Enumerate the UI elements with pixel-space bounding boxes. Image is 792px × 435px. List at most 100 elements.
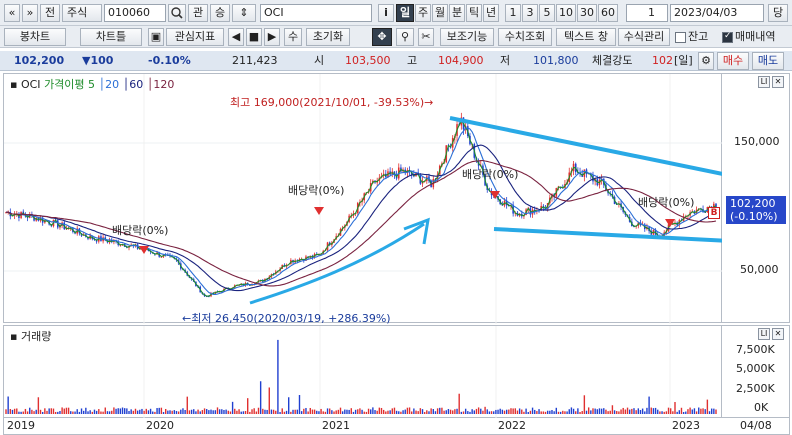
balance-checkbox[interactable] bbox=[675, 32, 686, 43]
hand-drawn-arrow[interactable] bbox=[249, 222, 425, 305]
next-button[interactable]: » bbox=[22, 4, 38, 22]
trade-history-checkbox[interactable] bbox=[722, 31, 733, 43]
watchlist-button[interactable]: 관 bbox=[188, 4, 208, 22]
volume-bar bbox=[31, 409, 33, 414]
volume-bar bbox=[208, 410, 210, 414]
period-week-tab[interactable]: 주 bbox=[415, 4, 431, 22]
sell-button[interactable]: 매도 bbox=[752, 52, 784, 70]
volume-bar bbox=[281, 408, 283, 414]
volume-bar bbox=[408, 407, 411, 414]
period-minute-tab[interactable]: 분 bbox=[449, 4, 465, 22]
volume-bar bbox=[180, 409, 182, 414]
price-chart[interactable] bbox=[4, 74, 723, 324]
volume-bar bbox=[631, 408, 633, 414]
volume-bar bbox=[434, 411, 437, 414]
axis-close-icon[interactable]: ✕ bbox=[772, 76, 784, 88]
value-query-button[interactable]: 수치조회 bbox=[498, 28, 552, 46]
indicator-button[interactable]: 관심지표 bbox=[166, 28, 224, 46]
volume-bar bbox=[577, 408, 579, 414]
volume-bar bbox=[214, 410, 217, 414]
volume-bar bbox=[674, 402, 676, 414]
volume-bar bbox=[659, 411, 661, 414]
volume-bar bbox=[572, 408, 575, 414]
ma5-line bbox=[5, 120, 717, 297]
period-day-tab[interactable]: 일 bbox=[396, 4, 414, 22]
axis-lin-icon[interactable]: LI bbox=[758, 76, 770, 88]
pin-icon[interactable]: ⚲ bbox=[396, 28, 414, 46]
interval-3[interactable]: 3 bbox=[522, 4, 538, 22]
nav-left-icon[interactable]: ◀ bbox=[228, 28, 244, 46]
candle-chart-button[interactable]: 봉차트 bbox=[4, 28, 66, 46]
aux-function-button[interactable]: 보조기능 bbox=[440, 28, 494, 46]
interval-30[interactable]: 30 bbox=[577, 4, 597, 22]
volume-bar bbox=[622, 407, 624, 414]
price-chart-pane[interactable]: ▪ OCI 가격이평 5 │20 │60 │120 최고 169,000(202… bbox=[3, 73, 723, 325]
scissors-icon[interactable]: ✂ bbox=[418, 28, 434, 46]
info-button[interactable]: i bbox=[378, 4, 394, 22]
volume-bar bbox=[199, 411, 201, 414]
volume-bar bbox=[378, 407, 381, 414]
volume-bar bbox=[320, 408, 322, 414]
change-rate: -0.10% bbox=[148, 54, 191, 67]
volume-bar bbox=[458, 393, 460, 414]
asset-type-select[interactable]: 주식 bbox=[62, 4, 102, 22]
hand-drawn-arrowhead[interactable] bbox=[403, 217, 430, 245]
volume-bar bbox=[173, 410, 176, 414]
lower-trendline[interactable] bbox=[493, 227, 723, 243]
volume-bar bbox=[495, 409, 497, 414]
interval-60[interactable]: 60 bbox=[598, 4, 618, 22]
save-icon[interactable]: ▣ bbox=[148, 28, 164, 46]
volume-axis-lin-icon[interactable]: LI bbox=[758, 328, 770, 340]
volume-chart[interactable] bbox=[4, 326, 723, 419]
prev-button[interactable]: « bbox=[4, 4, 20, 22]
search-icon[interactable] bbox=[168, 4, 186, 22]
top-toolbar: « » 전 주식 010060 관 승 ⇕ OCI i 일 주 월 분 틱 년 … bbox=[0, 0, 792, 26]
seung-button[interactable]: 승 bbox=[210, 4, 230, 22]
volume-bar bbox=[452, 410, 454, 414]
chart-frame-button[interactable]: 차트틀 bbox=[80, 28, 142, 46]
spin-updown-icon[interactable]: ⇕ bbox=[232, 4, 256, 22]
text-window-button[interactable]: 텍스트 창 bbox=[556, 28, 616, 46]
volume-bar bbox=[672, 411, 674, 414]
volume-bar bbox=[322, 411, 324, 414]
volume-bar bbox=[292, 409, 294, 414]
settings-gear-icon[interactable]: ⚙ bbox=[698, 52, 714, 70]
volume-chart-pane[interactable]: ▪ 거래량 bbox=[3, 325, 723, 419]
dang-button[interactable]: 당 bbox=[768, 4, 788, 22]
move-tool-icon[interactable]: ✥ bbox=[372, 28, 392, 46]
trade-mark-b[interactable]: B bbox=[708, 207, 720, 219]
volume-bar bbox=[251, 409, 253, 414]
volume-bar bbox=[551, 410, 553, 414]
date-input[interactable]: 2023/04/03 bbox=[670, 4, 764, 22]
volume-axis-close-icon[interactable]: ✕ bbox=[772, 328, 784, 340]
formula-manage-button[interactable]: 수식관리 bbox=[618, 28, 670, 46]
volume-bar bbox=[544, 411, 547, 414]
dividend-label-4: 배당락(0%) bbox=[638, 196, 695, 209]
interval-1[interactable]: 1 bbox=[505, 4, 521, 22]
volume-bar bbox=[682, 411, 685, 414]
volume-bar bbox=[512, 408, 514, 414]
reset-button[interactable]: 초기화 bbox=[306, 28, 350, 46]
interval-10[interactable]: 10 bbox=[556, 4, 576, 22]
volume-bar bbox=[669, 408, 672, 414]
high-label: 고 bbox=[407, 54, 418, 67]
stock-code-input[interactable]: 010060 bbox=[104, 4, 166, 22]
jeon-button[interactable]: 전 bbox=[40, 4, 60, 22]
volume-bar bbox=[76, 409, 78, 414]
volume-bar bbox=[128, 411, 130, 414]
volume-bar bbox=[497, 409, 499, 414]
volume-bar bbox=[652, 408, 655, 414]
buy-button[interactable]: 매수 bbox=[717, 52, 749, 70]
interval-5[interactable]: 5 bbox=[539, 4, 555, 22]
nav-right-icon[interactable]: ▶ bbox=[264, 28, 280, 46]
dividend-marker bbox=[139, 246, 149, 254]
period-month-tab[interactable]: 월 bbox=[432, 4, 448, 22]
stock-name-field[interactable]: OCI bbox=[260, 4, 372, 22]
period-year-tab[interactable]: 년 bbox=[483, 4, 499, 22]
count-spinner[interactable]: 1 bbox=[626, 4, 668, 22]
period-tick-tab[interactable]: 틱 bbox=[466, 4, 482, 22]
nav-stop-icon[interactable]: ■ bbox=[246, 28, 262, 46]
su-button[interactable]: 수 bbox=[284, 28, 302, 46]
volume-bar bbox=[557, 411, 560, 414]
volume-bar bbox=[370, 409, 372, 414]
